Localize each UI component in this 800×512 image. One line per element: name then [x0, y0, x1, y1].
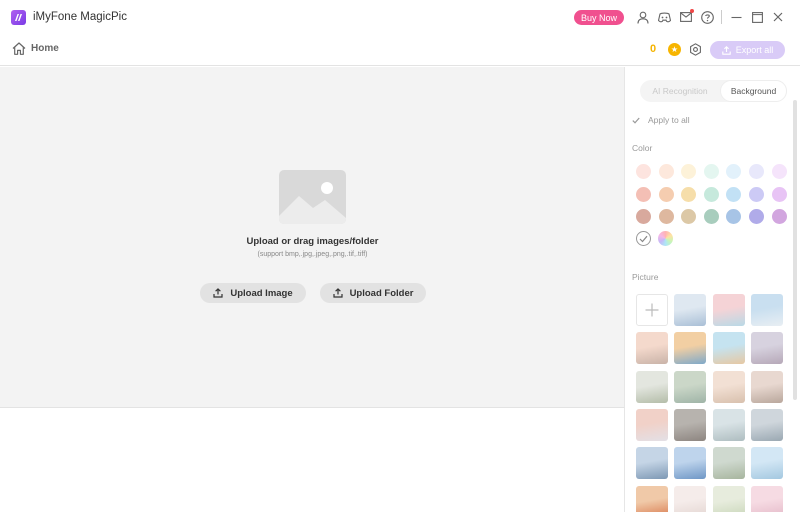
background-picture-thumbnail[interactable] [674, 485, 707, 512]
background-panel: AI Recognition Background Apply to all C… [626, 67, 800, 512]
upload-icon [332, 288, 343, 298]
color-swatch[interactable] [771, 186, 787, 202]
background-picture-thumbnail[interactable] [712, 332, 745, 365]
account-icon[interactable] [636, 10, 650, 24]
upload-title: Upload or drag images/folder [246, 236, 379, 247]
panel-scrollbar[interactable] [793, 100, 797, 400]
upload-formats-hint: (support bmp,.jpg,.jpeg,.png,.tif,.tiff) [257, 251, 368, 258]
background-picture-thumbnail[interactable] [750, 294, 783, 326]
apply-to-all-label: Apply to all [648, 115, 690, 125]
thumbnail-strip [0, 407, 625, 512]
background-picture-thumbnail[interactable] [674, 370, 707, 403]
background-picture-thumbnail[interactable] [750, 485, 783, 512]
color-swatch[interactable] [749, 209, 764, 224]
background-picture-thumbnail[interactable] [750, 408, 783, 441]
mail-icon[interactable] [679, 9, 694, 24]
background-picture-thumbnail[interactable] [712, 370, 745, 403]
notification-dot [690, 9, 694, 13]
settings-icon[interactable] [689, 43, 702, 59]
color-swatch[interactable] [658, 209, 674, 224]
credit-count: 0 [650, 43, 657, 55]
background-picture-thumbnail[interactable] [750, 370, 783, 403]
help-icon[interactable] [700, 10, 714, 24]
title-bar: iMyFone MagicPic Buy Now [0, 0, 800, 34]
background-picture-thumbnail[interactable] [636, 447, 668, 480]
background-picture-thumbnail[interactable] [674, 408, 707, 441]
background-picture-thumbnail[interactable] [636, 370, 668, 403]
title-bar-divider [721, 10, 722, 24]
color-swatch[interactable] [726, 186, 742, 202]
export-icon [721, 45, 731, 55]
color-swatch[interactable] [749, 164, 764, 179]
upload-image-button[interactable]: Upload Image [200, 283, 306, 303]
upload-folder-button[interactable]: Upload Folder [320, 283, 426, 303]
upload-folder-label: Upload Folder [349, 287, 414, 299]
image-placeholder-icon [279, 170, 346, 224]
export-all-label: Export all [735, 45, 774, 55]
color-swatch[interactable] [771, 164, 787, 179]
color-swatch[interactable] [749, 186, 764, 202]
background-picture-thumbnail[interactable] [636, 485, 668, 512]
color-swatch[interactable] [681, 186, 697, 202]
background-picture-thumbnail[interactable] [712, 485, 745, 512]
upload-icon [213, 288, 223, 298]
close-icon[interactable] [771, 10, 785, 24]
minimize-icon[interactable] [729, 10, 743, 24]
coin-icon[interactable]: ★ [668, 43, 681, 56]
background-picture-thumbnail[interactable] [712, 408, 745, 441]
background-picture-thumbnail[interactable] [674, 447, 707, 480]
apply-to-all-checkbox[interactable]: Apply to all [632, 115, 690, 125]
background-picture-thumbnail[interactable] [750, 332, 783, 365]
color-swatch[interactable] [703, 186, 719, 202]
background-picture-thumbnail[interactable] [712, 294, 745, 326]
background-picture-thumbnail[interactable] [750, 447, 783, 480]
tab-background[interactable]: Background [720, 80, 787, 102]
discord-icon[interactable] [657, 10, 671, 24]
nav-bar: Home 0 ★ Export all [0, 34, 800, 66]
color-swatch[interactable] [771, 209, 787, 224]
color-picker-swatch[interactable] [658, 231, 673, 246]
export-all-button[interactable]: Export all [710, 41, 785, 59]
plus-icon [645, 303, 659, 317]
color-swatch[interactable] [726, 164, 742, 179]
upload-drop-zone[interactable]: Upload or drag images/folder (support bm… [0, 67, 625, 407]
color-swatch[interactable] [703, 209, 719, 224]
home-icon [12, 42, 26, 55]
color-section-label: Color [632, 143, 653, 153]
color-swatch[interactable] [636, 164, 651, 179]
color-swatch[interactable] [636, 209, 651, 224]
color-swatch[interactable] [658, 186, 674, 202]
add-picture-button[interactable] [636, 294, 668, 326]
home-button[interactable]: Home [12, 42, 59, 55]
panel-tabs: AI Recognition Background [640, 80, 787, 102]
app-logo-icon [11, 10, 26, 25]
color-swatch[interactable] [703, 164, 719, 179]
app-title: iMyFone MagicPic [33, 11, 127, 23]
check-icon [639, 235, 648, 242]
upload-image-label: Upload Image [230, 287, 293, 299]
maximize-icon[interactable] [750, 10, 764, 24]
color-swatch[interactable] [681, 164, 697, 179]
background-picture-thumbnail[interactable] [636, 332, 668, 365]
color-swatch[interactable] [726, 209, 742, 224]
color-swatch[interactable] [658, 164, 674, 179]
color-swatch-none-selected[interactable] [636, 231, 651, 246]
color-swatch[interactable] [681, 209, 697, 224]
background-picture-thumbnail[interactable] [674, 294, 707, 326]
background-picture-thumbnail[interactable] [712, 447, 745, 480]
tab-ai-recognition[interactable]: AI Recognition [640, 80, 720, 102]
home-label: Home [31, 43, 59, 54]
buy-now-button[interactable]: Buy Now [574, 10, 624, 25]
check-icon [632, 117, 640, 124]
picture-section-label: Picture [632, 272, 659, 282]
color-swatch[interactable] [636, 186, 651, 202]
background-picture-thumbnail[interactable] [636, 408, 668, 441]
background-picture-thumbnail[interactable] [674, 332, 707, 365]
